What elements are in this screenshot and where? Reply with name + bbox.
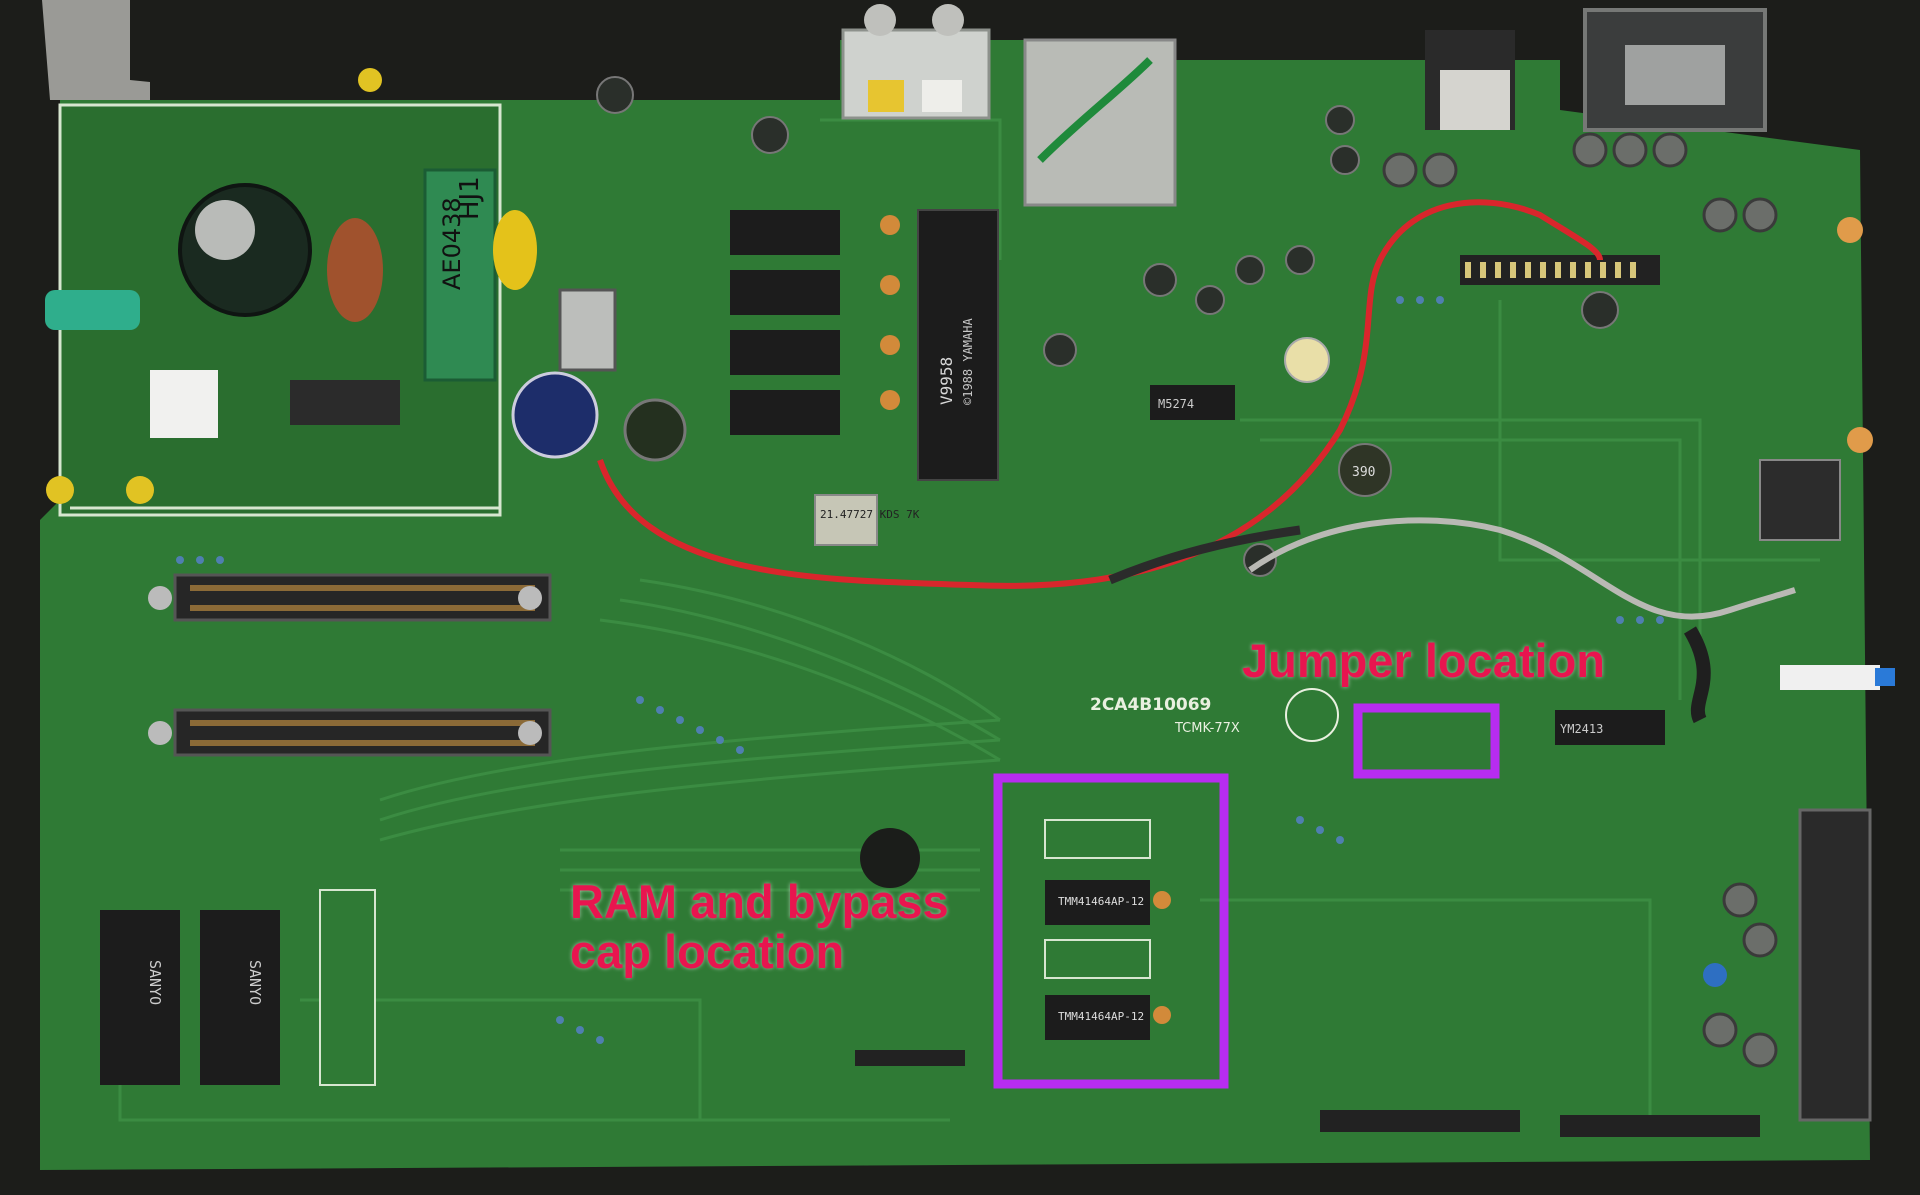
ram-marking-1: TMM41464AP-12 (1058, 895, 1144, 908)
sanyo-label-2: SANYO (246, 960, 264, 1005)
ram-location-label-line1: RAM and bypass (570, 875, 949, 928)
audio-ic-label: M5274 (1158, 397, 1194, 411)
vdp-chip (917, 209, 999, 481)
vdp-chip-label: V9958 (937, 357, 956, 405)
pcb-mark-label: TCMK-77X (1174, 721, 1240, 736)
pcb-id-label: 2CA4B10069 (1090, 695, 1211, 715)
crystal-label: 21.47727 KDS 7K (820, 508, 920, 521)
pcb-photo: AE0438 HJ1 V9958 ©1988 YAMAHA 21.47727 K… (0, 0, 1920, 1190)
sanyo-label-1: SANYO (146, 960, 164, 1005)
film-capacitor (327, 218, 383, 322)
ram-marking-2: TMM41464AP-12 (1058, 1010, 1144, 1023)
jumper-location-label: Jumper location (1242, 634, 1606, 687)
pcb-illustration: AE0438 HJ1 V9958 ©1988 YAMAHA 21.47727 K… (0, 0, 1920, 1190)
sanyo-chip-1 (100, 910, 180, 1085)
rca-connector (841, 28, 991, 120)
blue-capacitor (511, 371, 599, 459)
db9-ports-right (1798, 808, 1872, 1122)
rca-yellow (868, 80, 904, 112)
rf-modulator (1023, 38, 1177, 207)
inductor-label: 390 (1352, 465, 1375, 480)
ram-location-label-line2: cap location (570, 925, 845, 978)
cartridge-slot-2 (173, 708, 552, 757)
cartridge-slot-1 (173, 573, 552, 622)
white-connector (150, 370, 218, 438)
vdp-chip-line2: ©1988 YAMAHA (961, 318, 975, 405)
optical-port (1759, 459, 1841, 541)
regulator-label: HJ1 (455, 176, 485, 220)
ym2413-label: YM2413 (1560, 722, 1603, 736)
teal-component (45, 290, 140, 330)
rca-white (922, 80, 962, 112)
sanyo-chip-2 (200, 910, 280, 1085)
